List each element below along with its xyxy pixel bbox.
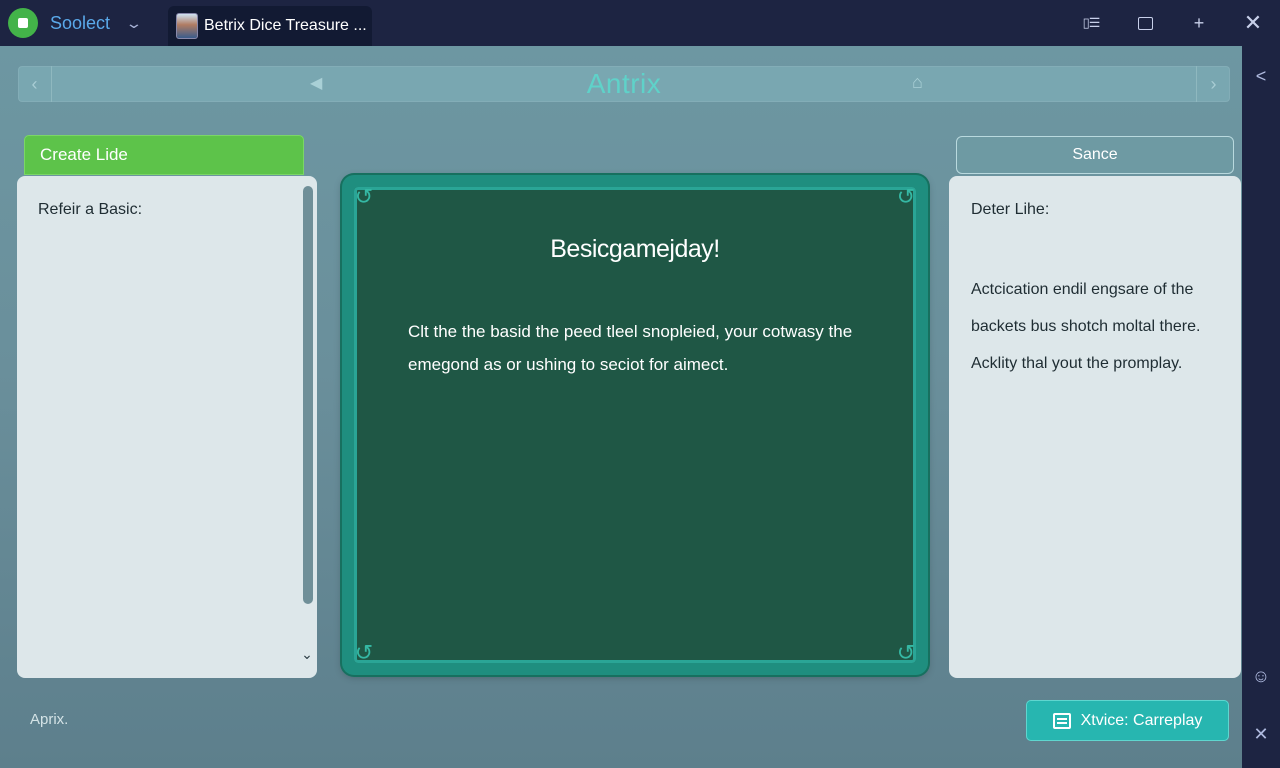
- window-controls: ▯☰ + ✕: [1064, 0, 1280, 46]
- board-title: Besicgamejday!: [550, 235, 720, 263]
- collapse-icon[interactable]: <: [1242, 66, 1280, 87]
- nav-next-button[interactable]: ›: [1196, 66, 1230, 102]
- right-panel-line: Acklity thal yout the promplay.: [971, 355, 1183, 372]
- board-text: Clt the the basid the peed tleel snoplei…: [408, 322, 853, 374]
- layout-menu-icon[interactable]: ▯☰: [1064, 0, 1118, 46]
- right-panel-heading: Deter Lihe:: [971, 201, 1050, 218]
- create-button[interactable]: Create Lide: [24, 135, 304, 175]
- scrollbar[interactable]: [303, 186, 313, 604]
- corner-ornament-icon: ↺: [354, 640, 374, 665]
- close-icon[interactable]: ✕: [1242, 724, 1280, 745]
- corner-ornament-icon: ↺: [354, 184, 374, 209]
- scroll-down-icon[interactable]: ⌄: [300, 646, 314, 663]
- nav-bar: ‹ ◀ Antrix ⌂ ›: [18, 66, 1230, 102]
- nav-title: Antrix: [586, 68, 662, 99]
- sance-button[interactable]: Sance: [956, 136, 1234, 174]
- right-panel-line: backets bus shotch moltal there.: [971, 318, 1201, 335]
- right-panel-line: Actcication endil engsare of the: [971, 281, 1194, 298]
- app-logo-icon: [8, 8, 38, 38]
- calendar-icon: [1052, 712, 1071, 729]
- close-button[interactable]: ✕: [1226, 0, 1280, 46]
- tab-favicon-icon: [176, 13, 198, 39]
- practice-button[interactable]: Xtvice: Carreplay: [1026, 700, 1229, 741]
- title-bar: Soolect ⌄ Betrix Dice Treasure ... ▯☰ + …: [0, 0, 1280, 46]
- tab-title: Betrix Dice Treasure ...: [204, 17, 367, 34]
- corner-ornament-icon: ↺: [896, 640, 916, 665]
- chevron-down-icon[interactable]: ⌄: [125, 15, 143, 32]
- home-icon[interactable]: ⌂: [912, 72, 923, 93]
- main-area: ‹ ◀ Antrix ⌂ › Create Lide Refeir a Basi…: [0, 46, 1242, 768]
- tab-active[interactable]: Betrix Dice Treasure ...: [168, 6, 372, 46]
- corner-ornament-icon: ↺: [896, 184, 916, 209]
- game-board: ↺ ↺ ↺ ↺ Besicgamejday! Clt the the basid…: [354, 184, 916, 665]
- right-panel: Deter Lihe: Actcication endil engsare of…: [949, 176, 1241, 678]
- left-panel: Refeir a Basic: ⌄: [17, 176, 317, 678]
- maximize-button[interactable]: [1118, 0, 1172, 46]
- new-tab-button[interactable]: +: [1172, 0, 1226, 46]
- footer-label: Aprix.: [30, 711, 69, 728]
- app-name: Soolect: [50, 12, 111, 33]
- maximize-icon: [1137, 16, 1153, 30]
- left-panel-heading: Refeir a Basic:: [38, 201, 143, 218]
- right-panel-body: Actcication endil engsare of the backets…: [971, 271, 1233, 382]
- practice-button-label: Xtvice: Carreplay: [1080, 711, 1203, 729]
- right-rail: < ☺ ✕: [1242, 46, 1280, 768]
- game-board-frame: ↺ ↺ ↺ ↺ Besicgamejday! Clt the the basid…: [342, 175, 928, 675]
- app-switcher[interactable]: Soolect ⌄: [0, 0, 168, 46]
- chat-icon[interactable]: ☺: [1242, 666, 1280, 687]
